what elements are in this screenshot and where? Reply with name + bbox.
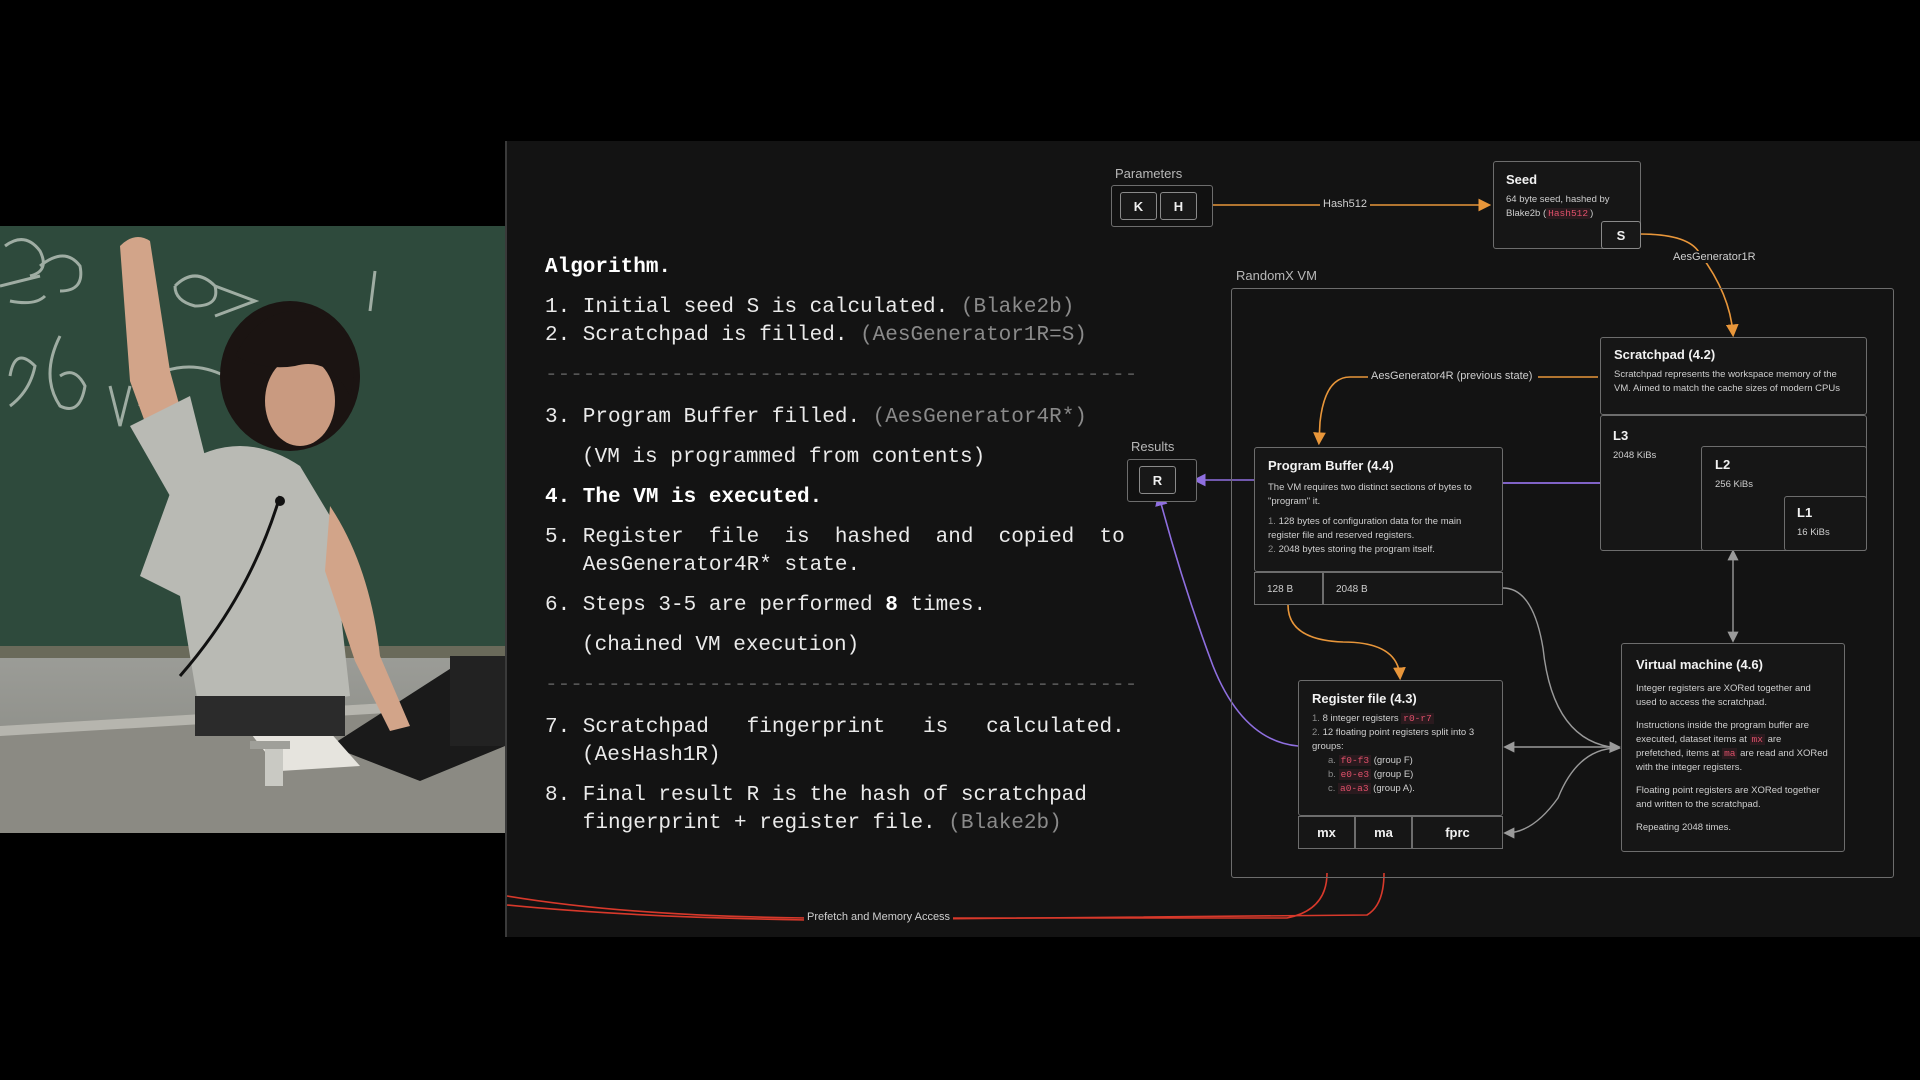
virtual-machine-p4: Repeating 2048 times. xyxy=(1636,822,1732,833)
cache-l2-title: L2 xyxy=(1715,457,1731,472)
program-buffer-cell-2048b: 2048 B xyxy=(1323,572,1503,605)
param-h: H xyxy=(1160,192,1197,220)
scratchpad-box: Scratchpad (4.2) Scratchpad represents t… xyxy=(1600,337,1867,415)
list-item: 1. 128 bytes of configuration data for t… xyxy=(1268,516,1462,541)
register-file-title: Register file (4.3) xyxy=(1312,691,1417,706)
list-item: 1. 8 integer registers r0-r7 xyxy=(1312,713,1434,724)
virtual-machine-p1: Integer registers are XORed together and… xyxy=(1636,683,1811,708)
virtual-machine-box: Virtual machine (4.6) Integer registers … xyxy=(1621,643,1845,852)
cache-l3-title: L3 xyxy=(1613,428,1629,443)
param-k: K xyxy=(1120,192,1157,220)
hash512-label: Hash512 xyxy=(1320,198,1371,210)
register-cell-ma: ma xyxy=(1355,816,1412,849)
scratchpad-description: Scratchpad represents the workspace memo… xyxy=(1614,369,1840,394)
virtual-machine-title: Virtual machine (4.6) xyxy=(1636,657,1763,672)
cache-l1-title: L1 xyxy=(1797,505,1813,520)
scratchpad-title: Scratchpad (4.2) xyxy=(1614,347,1716,362)
prefetch-label: Prefetch and Memory Access xyxy=(804,911,954,923)
register-file-box: Register file (4.3) 1. 8 integer registe… xyxy=(1298,680,1503,816)
seed-port-s: S xyxy=(1601,221,1641,249)
list-item: b. e0-e3 (group E) xyxy=(1328,769,1414,780)
program-buffer-description: The VM requires two distinct sections of… xyxy=(1268,482,1472,507)
program-buffer-box: Program Buffer (4.4) The VM requires two… xyxy=(1254,447,1503,572)
parameters-label: Parameters xyxy=(1115,166,1183,181)
aesgenerator1r-label: AesGenerator1R xyxy=(1670,251,1759,263)
result-r: R xyxy=(1139,466,1176,494)
program-buffer-cell-128b: 128 B xyxy=(1254,572,1323,605)
list-item: 2. 12 floating point registers split int… xyxy=(1312,727,1475,752)
register-file-list: 1. 8 integer registers r0-r7 2. 12 float… xyxy=(1312,712,1489,796)
results-label: Results xyxy=(1131,439,1175,454)
program-buffer-title: Program Buffer (4.4) xyxy=(1268,458,1394,473)
virtual-machine-p2: Instructions inside the program buffer a… xyxy=(1636,720,1828,773)
cache-l1: L1 16 KiBs xyxy=(1784,496,1867,551)
list-item: c. a0-a3 (group A). xyxy=(1328,783,1415,794)
seed-description: 64 byte seed, hashed by Blake2b (Hash512… xyxy=(1506,194,1610,219)
register-cell-mx: mx xyxy=(1298,816,1355,849)
randomx-vm-label: RandomX VM xyxy=(1236,268,1317,283)
cache-l2-size: 256 KiBs xyxy=(1715,479,1754,490)
register-cell-fprc: fprc xyxy=(1412,816,1503,849)
program-buffer-list: 1. 128 bytes of configuration data for t… xyxy=(1268,515,1489,557)
virtual-machine-p3: Floating point registers are XORed toget… xyxy=(1636,785,1820,810)
list-item: a. f0-f3 (group F) xyxy=(1328,755,1413,766)
seed-title: Seed xyxy=(1506,172,1538,187)
list-item: 2. 2048 bytes storing the program itself… xyxy=(1268,544,1435,555)
cache-l1-size: 16 KiBs xyxy=(1797,527,1830,538)
aesgenerator4r-label: AesGenerator4R (previous state) xyxy=(1368,370,1536,382)
